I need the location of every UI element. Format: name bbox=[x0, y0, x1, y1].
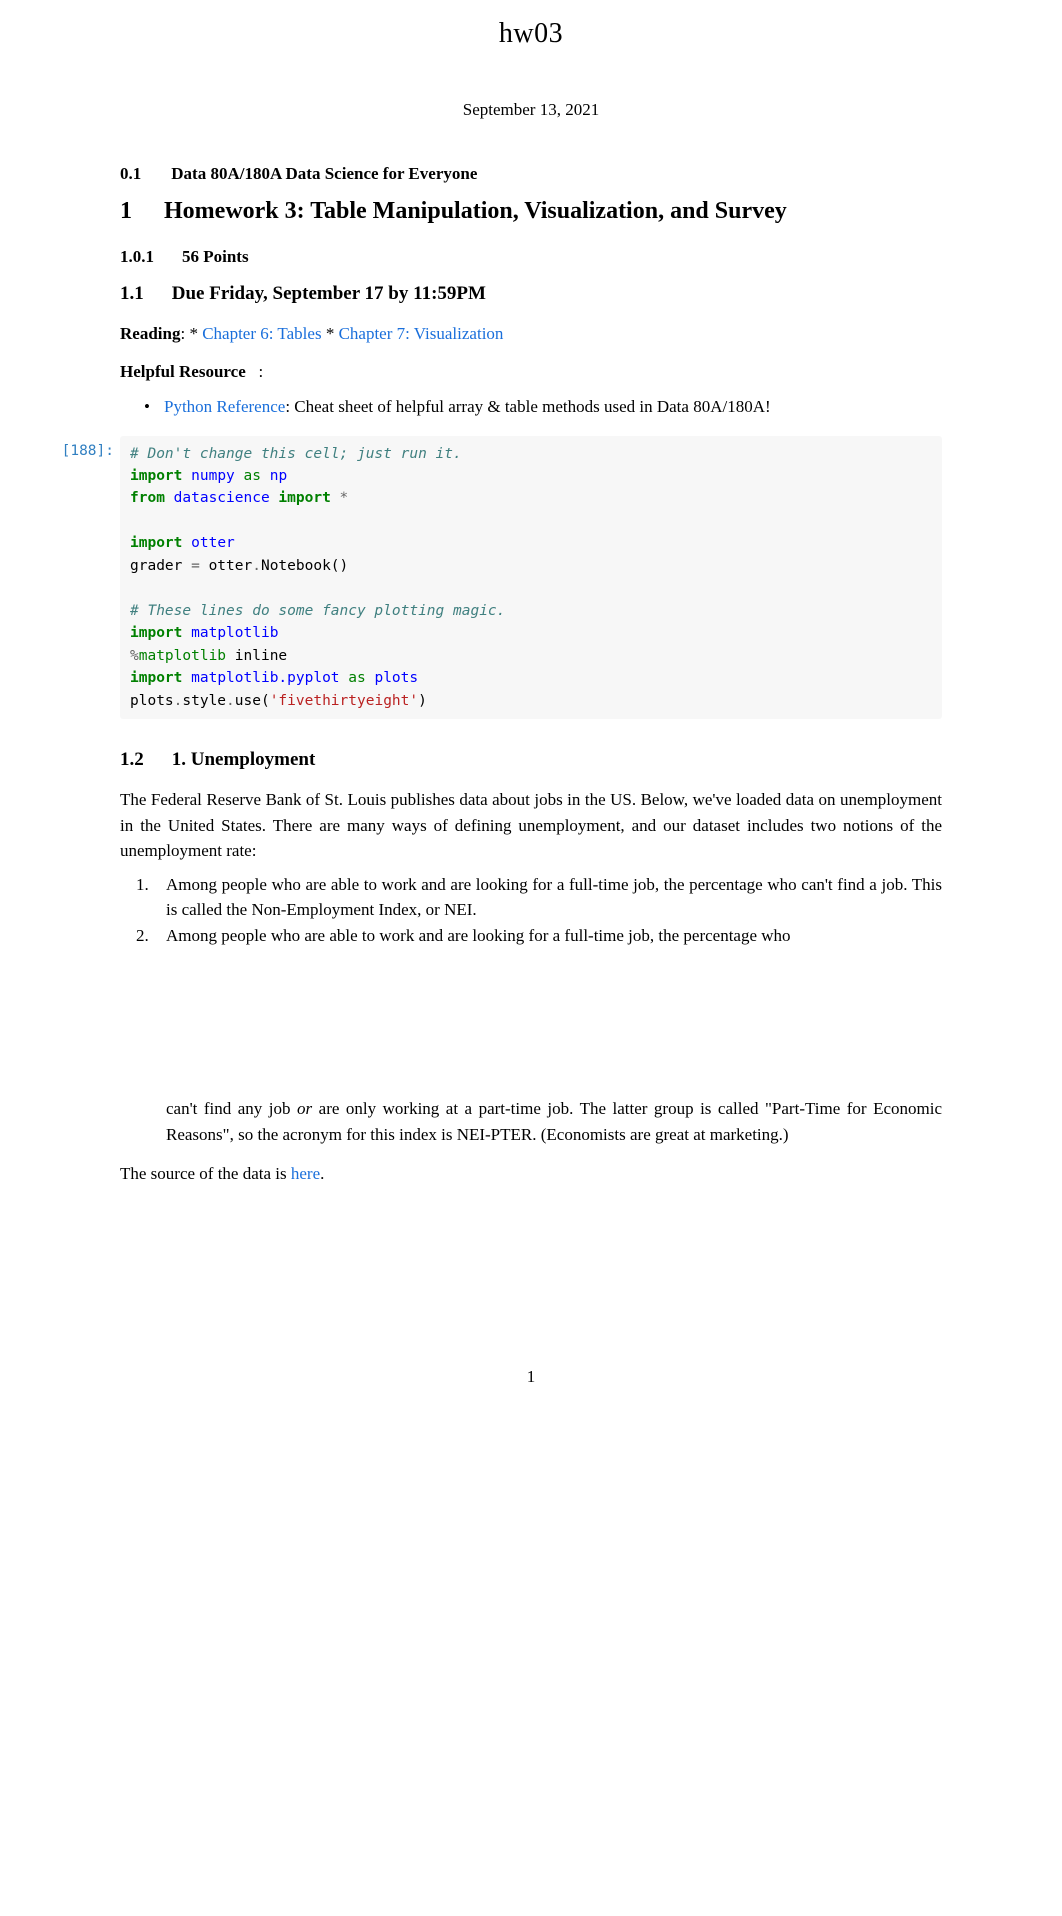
list-text: Among people who are able to work and ar… bbox=[166, 926, 791, 945]
reading-label: Reading bbox=[120, 324, 180, 343]
section-1-0-1: 1.0.1 56 Points bbox=[120, 247, 942, 267]
code-module: otter bbox=[191, 535, 235, 551]
section-title: Data 80A/180A Data Science for Everyone bbox=[171, 164, 477, 184]
section-number: 1.1 bbox=[120, 283, 144, 305]
code-text: inline bbox=[226, 648, 287, 664]
code-text: ) bbox=[418, 693, 427, 709]
list-number: 2. bbox=[136, 923, 149, 949]
section-1-1: 1.1 Due Friday, September 17 by 11:59PM bbox=[120, 283, 942, 305]
code-text: otter bbox=[200, 558, 252, 574]
text: can't find any job bbox=[166, 1099, 297, 1118]
list-item: Python Reference: Cheat sheet of helpful… bbox=[164, 394, 942, 420]
helpful-line: Helpful Resource : bbox=[120, 359, 942, 385]
list-number: 1. bbox=[136, 872, 149, 898]
list-text: Among people who are able to work and ar… bbox=[166, 875, 942, 920]
code-op: . bbox=[226, 693, 235, 709]
code-module: matplotlib bbox=[191, 625, 278, 641]
code-op: . bbox=[252, 558, 261, 574]
section-number: 0.1 bbox=[120, 164, 141, 184]
section-title: 1. Unemployment bbox=[172, 749, 316, 771]
code-keyword: import bbox=[130, 468, 182, 484]
text: : Cheat sheet of helpful array & table m… bbox=[285, 397, 770, 416]
code-module: matplotlib.pyplot bbox=[191, 670, 339, 686]
list-item: 1. Among people who are able to work and… bbox=[166, 872, 942, 923]
section-number: 1.0.1 bbox=[120, 247, 154, 267]
section-1: 1 Homework 3: Table Manipulation, Visual… bbox=[120, 198, 942, 225]
section-1-2: 1.2 1. Unemployment bbox=[120, 749, 942, 771]
helpful-bullet-list: Python Reference: Cheat sheet of helpful… bbox=[120, 394, 942, 420]
code-comment: # Don't change this cell; just run it. bbox=[130, 446, 462, 462]
text: The source of the data is bbox=[120, 1164, 291, 1183]
code-comment: # These lines do some fancy plotting mag… bbox=[130, 603, 505, 619]
list-item-continued: can't find any job or are only working a… bbox=[120, 1096, 942, 1147]
section-title: 56 Points bbox=[182, 247, 249, 267]
text: . bbox=[320, 1164, 324, 1183]
source-link[interactable]: here bbox=[291, 1164, 320, 1183]
text: * bbox=[322, 324, 339, 343]
code-block: # Don't change this cell; just run it. i… bbox=[120, 436, 942, 720]
code-attr: style bbox=[182, 693, 226, 709]
reading-line: Reading: * Chapter 6: Tables * Chapter 7… bbox=[120, 321, 942, 347]
code-var: plots bbox=[130, 693, 174, 709]
code-call: Notebook() bbox=[261, 558, 348, 574]
code-alias: plots bbox=[374, 670, 418, 686]
emphasis: or bbox=[297, 1099, 312, 1118]
section-title: Due Friday, September 17 by 11:59PM bbox=[172, 283, 486, 305]
cell-prompt: [188]: bbox=[52, 436, 114, 459]
code-string: 'fivethirtyeight' bbox=[270, 693, 418, 709]
source-line: The source of the data is here. bbox=[120, 1161, 942, 1187]
code-keyword: import bbox=[130, 670, 182, 686]
text: : * bbox=[180, 324, 202, 343]
code-magic-pct: % bbox=[130, 648, 139, 664]
code-alias: np bbox=[270, 468, 287, 484]
code-keyword: from bbox=[130, 490, 165, 506]
code-keyword: import bbox=[278, 490, 330, 506]
python-reference-link[interactable]: Python Reference bbox=[164, 397, 285, 416]
section-title: Homework 3: Table Manipulation, Visualiz… bbox=[164, 198, 787, 225]
section-number: 1.2 bbox=[120, 749, 144, 771]
code-op: * bbox=[340, 490, 349, 506]
code-magic: matplotlib bbox=[139, 648, 226, 664]
text: : bbox=[259, 362, 264, 381]
doc-title: hw03 bbox=[120, 18, 942, 50]
section-number: 1 bbox=[120, 198, 132, 225]
code-op: = bbox=[191, 558, 200, 574]
page-number: 1 bbox=[120, 1367, 942, 1387]
code-keyword: as bbox=[348, 670, 365, 686]
code-call: use( bbox=[235, 693, 270, 709]
code-keyword: import bbox=[130, 535, 182, 551]
chapter-7-link[interactable]: Chapter 7: Visualization bbox=[339, 324, 504, 343]
list-item: 2. Among people who are able to work and… bbox=[166, 923, 942, 949]
code-keyword: as bbox=[244, 468, 261, 484]
helpful-label: Helpful Resource bbox=[120, 362, 246, 381]
paragraph: The Federal Reserve Bank of St. Louis pu… bbox=[120, 787, 942, 864]
code-keyword: import bbox=[130, 625, 182, 641]
chapter-6-link[interactable]: Chapter 6: Tables bbox=[202, 324, 321, 343]
doc-date: September 13, 2021 bbox=[120, 100, 942, 120]
unemployment-definitions-list: 1. Among people who are able to work and… bbox=[120, 872, 942, 949]
code-module: datascience bbox=[174, 490, 270, 506]
code-cell: [188]: # Don't change this cell; just ru… bbox=[120, 436, 942, 720]
section-0-1: 0.1 Data 80A/180A Data Science for Every… bbox=[120, 164, 942, 184]
code-module: numpy bbox=[191, 468, 235, 484]
code-var: grader bbox=[130, 558, 191, 574]
